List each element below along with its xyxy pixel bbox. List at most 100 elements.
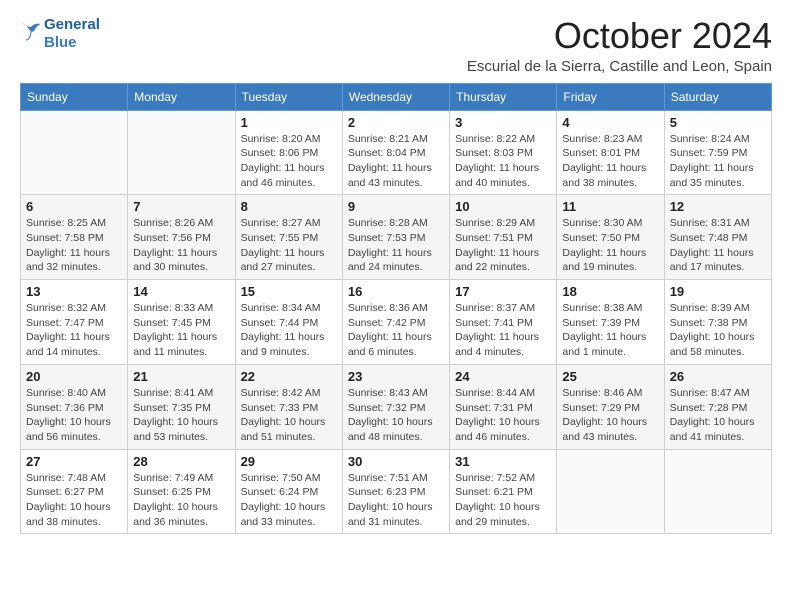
day-number: 27 (26, 454, 122, 469)
day-number: 28 (133, 454, 229, 469)
day-number: 11 (562, 199, 658, 214)
table-row (664, 449, 771, 534)
weekday-header-saturday: Saturday (664, 83, 771, 110)
day-info: Sunrise: 8:30 AM Sunset: 7:50 PM Dayligh… (562, 216, 658, 275)
table-row: 26 Sunrise: 8:47 AM Sunset: 7:28 PM Dayli… (664, 364, 771, 449)
table-row: 22 Sunrise: 8:42 AM Sunset: 7:33 PM Dayli… (235, 364, 342, 449)
day-number: 4 (562, 115, 658, 130)
day-number: 31 (455, 454, 551, 469)
day-info: Sunrise: 8:25 AM Sunset: 7:58 PM Dayligh… (26, 216, 122, 275)
day-number: 21 (133, 369, 229, 384)
day-info: Sunrise: 7:48 AM Sunset: 6:27 PM Dayligh… (26, 471, 122, 530)
day-info: Sunrise: 8:38 AM Sunset: 7:39 PM Dayligh… (562, 301, 658, 360)
day-info: Sunrise: 8:36 AM Sunset: 7:42 PM Dayligh… (348, 301, 444, 360)
day-number: 7 (133, 199, 229, 214)
calendar-week-row: 27 Sunrise: 7:48 AM Sunset: 6:27 PM Dayli… (21, 449, 772, 534)
table-row: 8Sunrise: 8:27 AM Sunset: 7:55 PM Daylig… (235, 195, 342, 280)
day-number: 25 (562, 369, 658, 384)
table-row: 19Sunrise: 8:39 AM Sunset: 7:38 PM Dayli… (664, 280, 771, 365)
calendar: SundayMondayTuesdayWednesdayThursdayFrid… (20, 83, 772, 535)
day-info: Sunrise: 8:23 AM Sunset: 8:01 PM Dayligh… (562, 132, 658, 191)
day-info: Sunrise: 7:51 AM Sunset: 6:23 PM Dayligh… (348, 471, 444, 530)
day-number: 20 (26, 369, 122, 384)
day-number: 15 (241, 284, 337, 299)
day-number: 5 (670, 115, 766, 130)
day-info: Sunrise: 8:26 AM Sunset: 7:56 PM Dayligh… (133, 216, 229, 275)
day-info: Sunrise: 8:43 AM Sunset: 7:32 PM Dayligh… (348, 386, 444, 445)
table-row: 16 Sunrise: 8:36 AM Sunset: 7:42 PM Dayli… (342, 280, 449, 365)
day-info: Sunrise: 8:20 AM Sunset: 8:06 PM Dayligh… (241, 132, 337, 191)
table-row: 15Sunrise: 8:34 AM Sunset: 7:44 PM Dayli… (235, 280, 342, 365)
day-info: Sunrise: 8:33 AM Sunset: 7:45 PM Dayligh… (133, 301, 229, 360)
table-row: 10 Sunrise: 8:29 AM Sunset: 7:51 PM Dayli… (450, 195, 557, 280)
title-block: October 2024 Escurial de la Sierra, Cast… (467, 16, 772, 75)
day-info: Sunrise: 7:50 AM Sunset: 6:24 PM Dayligh… (241, 471, 337, 530)
day-info: Sunrise: 8:37 AM Sunset: 7:41 PM Dayligh… (455, 301, 551, 360)
table-row: 14 Sunrise: 8:33 AM Sunset: 7:45 PM Dayli… (128, 280, 235, 365)
day-number: 1 (241, 115, 337, 130)
day-info: Sunrise: 8:28 AM Sunset: 7:53 PM Dayligh… (348, 216, 444, 275)
day-number: 16 (348, 284, 444, 299)
weekday-header-friday: Friday (557, 83, 664, 110)
day-number: 22 (241, 369, 337, 384)
day-info: Sunrise: 8:42 AM Sunset: 7:33 PM Dayligh… (241, 386, 337, 445)
table-row (557, 449, 664, 534)
day-number: 10 (455, 199, 551, 214)
table-row: 9Sunrise: 8:28 AM Sunset: 7:53 PM Daylig… (342, 195, 449, 280)
day-info: Sunrise: 8:29 AM Sunset: 7:51 PM Dayligh… (455, 216, 551, 275)
logo-line2: Blue (44, 34, 77, 51)
logo-bird-icon (20, 21, 42, 43)
table-row: 24Sunrise: 8:44 AM Sunset: 7:31 PM Dayli… (450, 364, 557, 449)
calendar-week-row: 20Sunrise: 8:40 AM Sunset: 7:36 PM Dayli… (21, 364, 772, 449)
table-row: 27 Sunrise: 7:48 AM Sunset: 6:27 PM Dayli… (21, 449, 128, 534)
day-number: 13 (26, 284, 122, 299)
day-info: Sunrise: 7:52 AM Sunset: 6:21 PM Dayligh… (455, 471, 551, 530)
day-number: 17 (455, 284, 551, 299)
table-row: 30Sunrise: 7:51 AM Sunset: 6:23 PM Dayli… (342, 449, 449, 534)
table-row: 5Sunrise: 8:24 AM Sunset: 7:59 PM Daylig… (664, 110, 771, 195)
table-row: 17 Sunrise: 8:37 AM Sunset: 7:41 PM Dayli… (450, 280, 557, 365)
table-row: 4 Sunrise: 8:23 AM Sunset: 8:01 PM Daylig… (557, 110, 664, 195)
day-number: 18 (562, 284, 658, 299)
day-number: 26 (670, 369, 766, 384)
day-info: Sunrise: 8:46 AM Sunset: 7:29 PM Dayligh… (562, 386, 658, 445)
table-row: 1 Sunrise: 8:20 AM Sunset: 8:06 PM Daylig… (235, 110, 342, 195)
table-row: 12 Sunrise: 8:31 AM Sunset: 7:48 PM Dayli… (664, 195, 771, 280)
day-number: 6 (26, 199, 122, 214)
day-info: Sunrise: 8:47 AM Sunset: 7:28 PM Dayligh… (670, 386, 766, 445)
day-number: 19 (670, 284, 766, 299)
day-info: Sunrise: 8:21 AM Sunset: 8:04 PM Dayligh… (348, 132, 444, 191)
weekday-header-wednesday: Wednesday (342, 83, 449, 110)
weekday-header-thursday: Thursday (450, 83, 557, 110)
day-number: 12 (670, 199, 766, 214)
weekday-header-sunday: Sunday (21, 83, 128, 110)
header: General Blue October 2024 Escurial de la… (20, 16, 772, 75)
table-row: 2 Sunrise: 8:21 AM Sunset: 8:04 PM Daylig… (342, 110, 449, 195)
day-info: Sunrise: 8:32 AM Sunset: 7:47 PM Dayligh… (26, 301, 122, 360)
table-row: 25 Sunrise: 8:46 AM Sunset: 7:29 PM Dayli… (557, 364, 664, 449)
table-row: 18 Sunrise: 8:38 AM Sunset: 7:39 PM Dayli… (557, 280, 664, 365)
logo-line1: General (44, 16, 100, 33)
day-info: Sunrise: 8:31 AM Sunset: 7:48 PM Dayligh… (670, 216, 766, 275)
day-number: 29 (241, 454, 337, 469)
table-row: 23Sunrise: 8:43 AM Sunset: 7:32 PM Dayli… (342, 364, 449, 449)
day-info: Sunrise: 8:41 AM Sunset: 7:35 PM Dayligh… (133, 386, 229, 445)
table-row: 28Sunrise: 7:49 AM Sunset: 6:25 PM Dayli… (128, 449, 235, 534)
logo: General Blue (20, 16, 100, 52)
day-number: 2 (348, 115, 444, 130)
month-title: October 2024 (467, 16, 772, 56)
day-number: 3 (455, 115, 551, 130)
table-row (21, 110, 128, 195)
table-row (128, 110, 235, 195)
day-info: Sunrise: 8:22 AM Sunset: 8:03 PM Dayligh… (455, 132, 551, 191)
table-row: 13 Sunrise: 8:32 AM Sunset: 7:47 PM Dayli… (21, 280, 128, 365)
weekday-header-row: SundayMondayTuesdayWednesdayThursdayFrid… (21, 83, 772, 110)
table-row: 6 Sunrise: 8:25 AM Sunset: 7:58 PM Daylig… (21, 195, 128, 280)
table-row: 31 Sunrise: 7:52 AM Sunset: 6:21 PM Dayli… (450, 449, 557, 534)
day-number: 14 (133, 284, 229, 299)
weekday-header-monday: Monday (128, 83, 235, 110)
calendar-week-row: 1 Sunrise: 8:20 AM Sunset: 8:06 PM Daylig… (21, 110, 772, 195)
table-row: 21 Sunrise: 8:41 AM Sunset: 7:35 PM Dayli… (128, 364, 235, 449)
table-row: 20Sunrise: 8:40 AM Sunset: 7:36 PM Dayli… (21, 364, 128, 449)
calendar-week-row: 6 Sunrise: 8:25 AM Sunset: 7:58 PM Daylig… (21, 195, 772, 280)
